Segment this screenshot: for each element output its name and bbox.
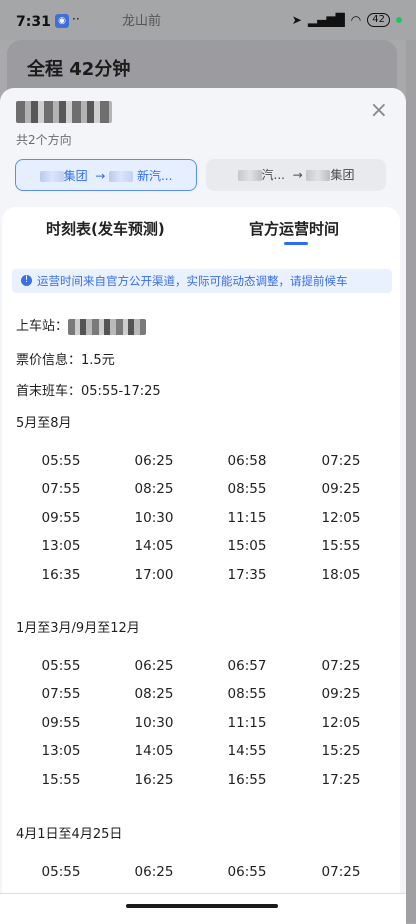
departure-time: 15:05	[227, 538, 267, 555]
wifi-icon: ◠	[350, 13, 362, 27]
departure-time: 16:25	[134, 771, 174, 788]
departure-time: 06:25	[134, 864, 174, 880]
first-last-value: 05:55-17:25	[81, 384, 161, 399]
departure-time: 09:55	[41, 509, 81, 526]
direction-from: 汽...	[261, 168, 285, 182]
status-dots: ··	[72, 12, 80, 26]
close-icon[interactable]: ×	[370, 100, 388, 122]
schedule-title: 1月至3月/9月至12月	[16, 621, 140, 636]
departure-time: 11:15	[227, 714, 267, 731]
app-notification-icon: ◉	[55, 14, 69, 28]
bus-line-sheet: × 共2个方向 集团 → 新汽... 汽... → 集团 时刻表(发车预测) 官…	[0, 88, 406, 923]
departure-time: 12:05	[321, 509, 361, 526]
fare-label: 票价信息：	[16, 353, 82, 368]
departure-time: 05:55	[41, 864, 81, 880]
departure-time: 08:25	[134, 481, 174, 498]
departure-time: 08:55	[227, 481, 267, 498]
status-bar: 7:31 ◉ ·· 龙山前 ➤ ▂▄▆█ ◠ 42	[0, 0, 416, 40]
direction-to: 集团	[330, 168, 355, 182]
location-icon: ➤	[291, 13, 302, 27]
departure-time: 07:25	[321, 864, 361, 880]
departure-time: 09:25	[321, 686, 361, 703]
departure-time: 16:55	[227, 771, 267, 788]
departure-time: 10:30	[134, 509, 174, 526]
schedule-title: 4月1日至4月25日	[16, 827, 123, 842]
departure-time: 06:55	[227, 864, 267, 880]
direction-from: 集团	[63, 169, 88, 183]
departure-time: 11:15	[227, 509, 267, 526]
notice-text: 运营时间来自官方公开渠道，实际可能动态调整，请提前候车	[37, 274, 348, 288]
departure-time: 13:05	[41, 743, 81, 760]
redacted-text	[109, 171, 134, 182]
status-icons: ➤ ▂▄▆█ ◠ 42	[292, 13, 402, 27]
info-icon: !	[21, 275, 32, 286]
bottom-bar	[0, 893, 406, 924]
departure-time: 14:05	[134, 743, 174, 760]
redacted-text	[39, 171, 64, 182]
direction-tab-1[interactable]: 集团 → 新汽...	[15, 159, 197, 191]
trip-duration-title: 全程 42分钟	[27, 59, 131, 80]
departure-time: 17:35	[227, 566, 267, 583]
direction-to: 新汽...	[136, 169, 173, 183]
battery-icon: 42	[367, 13, 390, 27]
background-strip	[406, 40, 416, 923]
schedule-title: 5月至8月	[16, 416, 72, 431]
departure-time: 15:55	[321, 538, 361, 555]
fare-info: 票价信息：1.5元	[16, 349, 115, 368]
arrow-icon: →	[292, 168, 303, 182]
departure-time: 15:25	[321, 743, 361, 760]
departure-time: 06:58	[227, 453, 267, 469]
departure-time: 09:55	[41, 714, 81, 731]
home-indicator[interactable]	[126, 904, 278, 908]
departure-time: 17:00	[134, 566, 174, 583]
redacted-text	[306, 170, 331, 181]
departure-time: 05:55	[41, 453, 81, 469]
first-last-label: 首末班车：	[16, 384, 82, 399]
signal-icon: ▂▄▆█	[307, 13, 345, 27]
active-tab-indicator	[284, 242, 308, 245]
tab-official-hours[interactable]: 官方运营时间	[249, 218, 339, 239]
departure-time: 08:25	[134, 686, 174, 703]
departure-time: 05:55	[41, 658, 81, 674]
departure-time: 06:25	[134, 658, 174, 674]
direction-count: 共2个方向	[16, 133, 72, 147]
departure-time: 08:55	[227, 686, 267, 703]
departure-time: 06:57	[227, 658, 267, 674]
departure-time: 14:55	[227, 743, 267, 760]
departure-time: 15:55	[41, 771, 81, 788]
departure-time: 07:25	[321, 453, 361, 469]
boarding-label: 上车站：	[16, 319, 69, 334]
status-time: 7:31	[16, 14, 51, 30]
notice-banner: ! 运营时间来自官方公开渠道，实际可能动态调整，请提前候车	[12, 269, 392, 293]
departure-time: 06:25	[134, 453, 174, 469]
redacted-text	[237, 170, 262, 181]
departure-time: 07:55	[41, 686, 81, 703]
departure-time: 13:05	[41, 538, 81, 555]
tab-timetable[interactable]: 时刻表(发车预测)	[46, 218, 165, 239]
map-place-label: 龙山前	[122, 14, 162, 29]
fare-value: 1.5元	[81, 353, 115, 368]
departure-time: 10:30	[134, 714, 174, 731]
departure-time: 07:25	[321, 658, 361, 674]
departure-time: 17:25	[321, 771, 361, 788]
departure-time: 07:55	[41, 481, 81, 498]
line-name-redacted	[16, 101, 112, 123]
departure-time: 14:05	[134, 538, 174, 555]
departure-time: 09:25	[321, 481, 361, 498]
schedule-card: 时刻表(发车预测) 官方运营时间 ! 运营时间来自官方公开渠道，实际可能动态调整，…	[2, 207, 400, 923]
privacy-dot-icon	[396, 17, 402, 23]
station-name-redacted	[68, 318, 147, 335]
arrow-icon: →	[95, 169, 106, 183]
direction-tab-2[interactable]: 汽... → 集团	[206, 159, 386, 191]
first-last-bus: 首末班车：05:55-17:25	[16, 380, 161, 399]
departure-time: 12:05	[321, 714, 361, 731]
departure-time: 16:35	[41, 566, 81, 583]
departure-time: 18:05	[321, 566, 361, 583]
boarding-station: 上车站：	[16, 315, 147, 335]
